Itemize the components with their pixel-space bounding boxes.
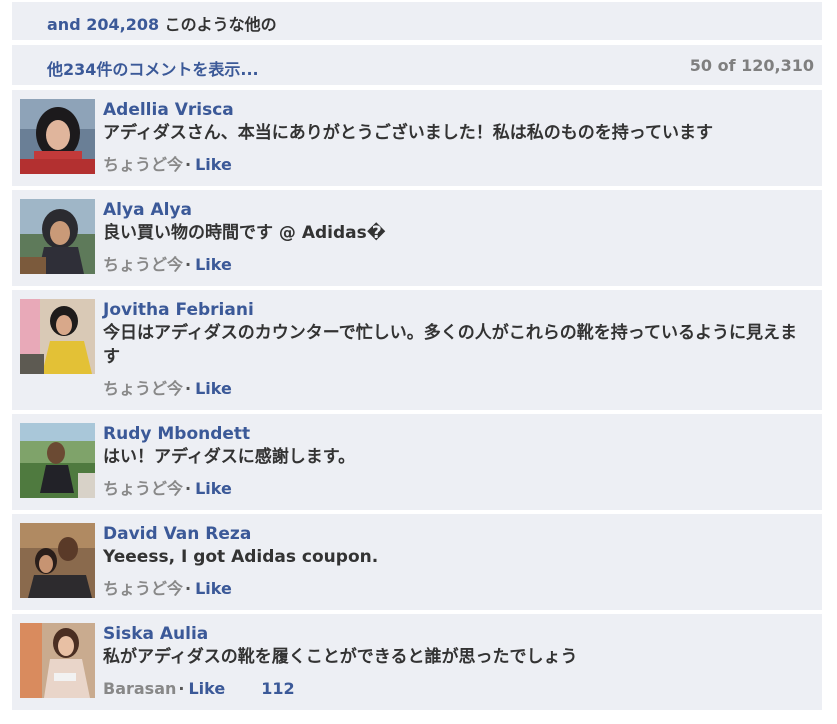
comment-item: Adellia Vrisca アディダスさん、本当にありがとうございました！私は… <box>12 90 822 186</box>
avatar[interactable] <box>20 423 95 498</box>
avatar[interactable] <box>20 623 95 698</box>
separator-dot-icon: · <box>178 679 185 698</box>
comment-author-link[interactable]: Jovitha Febriani <box>103 299 812 321</box>
like-count: 112 <box>261 679 295 698</box>
avatar[interactable] <box>20 299 95 374</box>
avatar-photo-icon <box>20 199 95 274</box>
comment-timestamp: ちょうど今 <box>103 155 184 174</box>
likes-summary: and 204,208 このような他の <box>47 11 277 35</box>
view-more-comments-link[interactable]: 他234件のコメントを表示... <box>47 56 259 80</box>
separator-dot-icon: · <box>185 579 192 598</box>
comment-timestamp: ちょうど今 <box>103 255 184 274</box>
like-link[interactable]: Like <box>195 379 232 398</box>
comment-text: アディダスさん、本当にありがとうございました！私は私のものを持っています <box>103 123 713 143</box>
likes-count-link[interactable]: and 204,208 <box>47 15 159 34</box>
comment-meta: ちょうど今 · Like <box>103 154 812 176</box>
like-link[interactable]: Like <box>195 255 232 274</box>
avatar[interactable] <box>20 523 95 598</box>
comments-widget: and 204,208 このような他の 他234件のコメントを表示... 50 … <box>0 0 837 724</box>
separator-dot-icon: · <box>185 255 192 274</box>
comment-meta: ちょうど今 · Like <box>103 254 812 276</box>
comment-timestamp: Barasan <box>103 679 177 698</box>
comment-text: 良い買い物の時間です @ Adidas� <box>103 223 386 243</box>
comment-meta: ちょうど今 · Like <box>103 378 812 400</box>
like-link[interactable]: Like <box>195 579 232 598</box>
like-link[interactable]: Like <box>195 479 232 498</box>
comment-meta: ちょうど今 · Like <box>103 578 812 600</box>
comment-author-link[interactable]: Rudy Mbondett <box>103 423 812 445</box>
comment-meta: Barasan · Like 112 <box>103 678 812 700</box>
like-link[interactable]: Like <box>188 679 225 698</box>
separator-dot-icon: · <box>185 155 192 174</box>
like-link[interactable]: Like <box>195 155 232 174</box>
separator-dot-icon: · <box>185 479 192 498</box>
avatar[interactable] <box>20 99 95 174</box>
comment-timestamp: ちょうど今 <box>103 479 184 498</box>
comment-item: Alya Alya 良い買い物の時間です @ Adidas� ちょうど今 · Lik… <box>12 190 822 286</box>
comment-timestamp: ちょうど今 <box>103 379 184 398</box>
comment-text: 今日はアディダスのカウンターで忙しい。多くの人がこれらの靴を持っているように見え… <box>103 323 797 367</box>
comment-timestamp: ちょうど今 <box>103 579 184 598</box>
likes-summary-label: このような他の <box>159 15 277 34</box>
comments-count: 50 of 120,310 <box>689 56 814 75</box>
comment-item: David Van Reza Yeeess, I got Adidas coup… <box>12 514 822 610</box>
avatar-photo-icon <box>20 523 95 598</box>
comment-author-link[interactable]: Alya Alya <box>103 199 812 221</box>
comment-author-link[interactable]: David Van Reza <box>103 523 812 545</box>
comment-item: Jovitha Febriani 今日はアディダスのカウンターで忙しい。多くの人… <box>12 290 822 410</box>
comment-text: Yeeess, I got Adidas coupon. <box>103 547 379 567</box>
avatar-photo-icon <box>20 423 95 498</box>
comment-meta: ちょうど今 · Like <box>103 478 812 500</box>
comment-item: Siska Aulia 私がアディダスの靴を履くことができると誰が思ったでしょう… <box>12 614 822 710</box>
comment-text: はい！アディダスに感謝します。 <box>103 447 356 467</box>
likes-summary-bar: and 204,208 このような他の <box>12 2 822 40</box>
avatar-photo-icon <box>20 299 95 374</box>
comment-text: 私がアディダスの靴を履くことができると誰が思ったでしょう <box>103 647 578 667</box>
comment-author-link[interactable]: Adellia Vrisca <box>103 99 812 121</box>
more-comments-bar: 他234件のコメントを表示... 50 of 120,310 <box>12 45 822 85</box>
comment-item: Rudy Mbondett はい！アディダスに感謝します。 ちょうど今 · Like <box>12 414 822 510</box>
avatar[interactable] <box>20 199 95 274</box>
separator-dot-icon: · <box>185 379 192 398</box>
avatar-photo-icon <box>20 99 95 174</box>
comment-author-link[interactable]: Siska Aulia <box>103 623 812 645</box>
avatar-photo-icon <box>20 623 95 698</box>
